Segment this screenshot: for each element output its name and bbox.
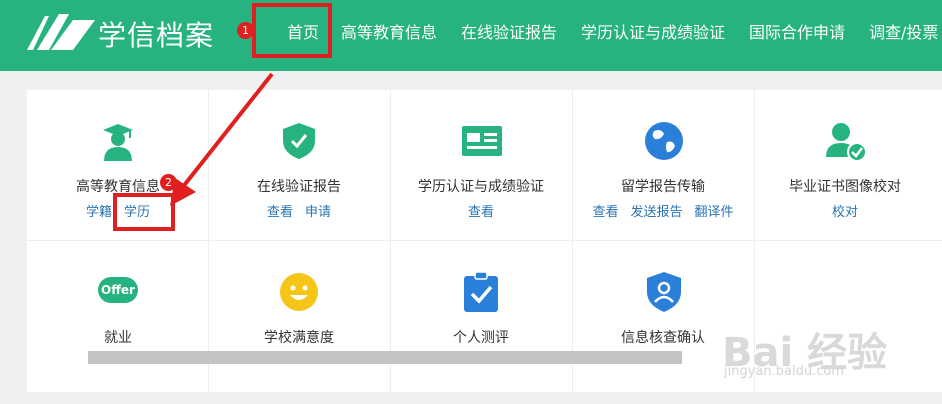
watermark-url: jingyan.baidu.com: [724, 364, 844, 379]
